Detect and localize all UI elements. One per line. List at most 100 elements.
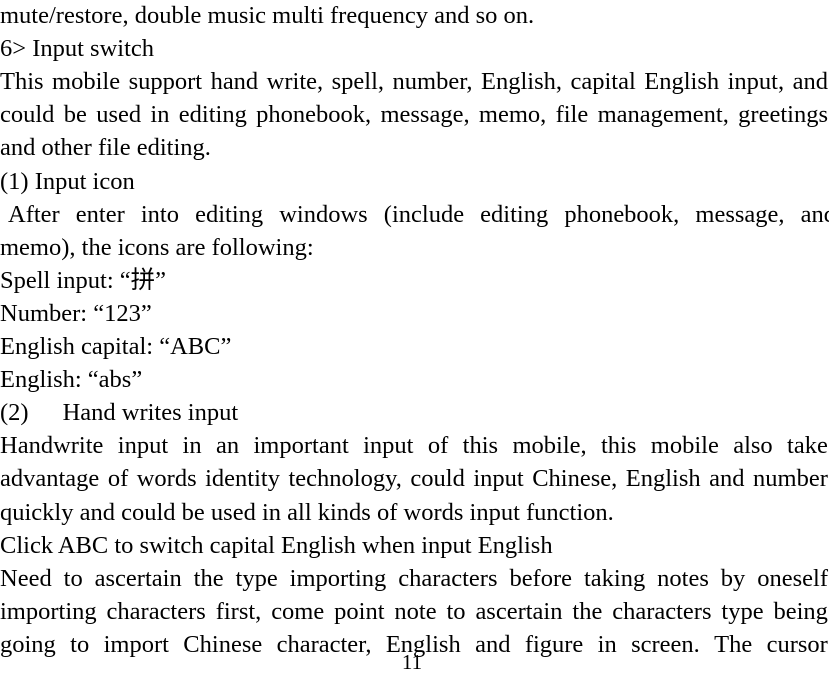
text-word: by — [720, 564, 746, 592]
text-word: identity — [205, 465, 280, 493]
text-word: could — [410, 465, 465, 493]
text-word: be — [63, 101, 87, 129]
text-line: Number: “123” — [0, 299, 152, 327]
text-line: This mobile support hand write, spell, number,… — [0, 65, 828, 98]
text-word: of — [427, 432, 449, 460]
text-word: Handwrite — [0, 432, 104, 460]
text-word: spell, — [331, 68, 385, 96]
text-word: phonebook, — [564, 200, 680, 228]
text-word: message, — [695, 200, 785, 228]
text-word: number — [753, 465, 828, 493]
text-word: the — [193, 564, 224, 592]
text-word: English — [625, 465, 701, 493]
list-marker: (2) — [0, 399, 29, 427]
text-line: (1) Input icon — [0, 167, 135, 195]
text-line: memo), the icons are following: — [0, 233, 314, 261]
text-word: Chinese, — [532, 465, 618, 493]
page-number-footer: 11 — [0, 648, 828, 676]
text-word: mobile — [52, 68, 121, 96]
text-word: of — [107, 465, 129, 493]
text-word: hand — [210, 68, 259, 96]
text-word: number, — [392, 68, 473, 96]
text-word: After — [8, 200, 60, 228]
text-word: technology, — [288, 465, 402, 493]
text-word: enter — [75, 200, 125, 228]
text-word: write, — [266, 68, 324, 96]
text-word: notes — [657, 564, 709, 592]
text-line: mute/restore, double music multi frequen… — [0, 2, 535, 29]
text-word: in — [182, 432, 202, 460]
text-word: English — [644, 68, 720, 96]
text-word: Need — [0, 564, 52, 592]
text-word: this — [601, 432, 637, 460]
text-word: characters — [398, 564, 498, 592]
text-word: words — [136, 465, 197, 493]
text-word: capital — [570, 68, 636, 96]
text-word: type — [721, 597, 764, 625]
text-word: importing — [0, 597, 97, 625]
text-word: and — [792, 68, 828, 96]
text-word: support — [128, 68, 203, 96]
text-line: Spell input: “拼” — [0, 266, 167, 294]
text-line: After enter into editing windows (include edit… — [0, 198, 829, 231]
text-word: input — [117, 432, 169, 460]
text-word: first, — [215, 597, 262, 625]
text-word: this — [462, 432, 499, 460]
text-word: message, — [380, 101, 470, 129]
text-word: ascertain — [94, 564, 182, 592]
text-word: also — [733, 432, 773, 460]
text-word: oneself — [757, 564, 828, 592]
text-word: used — [96, 101, 142, 129]
text-word: in — [150, 101, 170, 129]
text-word: to — [446, 597, 466, 625]
text-word: ascertain — [475, 597, 563, 625]
text-line: could be used in editing phonebook, message, me… — [0, 98, 828, 131]
text-word: characters — [612, 597, 712, 625]
text-word: an — [215, 432, 240, 460]
text-word: being — [773, 597, 828, 625]
text-word: greetings — [738, 101, 828, 129]
text-line: (2) Hand writes input — [0, 396, 828, 429]
text-word: English, — [480, 68, 562, 96]
page-number-value: 11 — [401, 650, 423, 674]
text-word: characters — [106, 597, 206, 625]
text-word: (include — [383, 200, 465, 228]
text-line: Click ABC to switch capital English when… — [0, 531, 553, 559]
text-word: This — [0, 68, 44, 96]
text-line: 6> Input switch — [0, 35, 154, 63]
text-line: quickly and could be used in all kinds o… — [0, 498, 614, 526]
text-line: advantage of words identity technology, could… — [0, 462, 828, 495]
text-word: importing — [289, 564, 387, 592]
text-line: English capital: “ABC” — [0, 333, 232, 360]
text-word: input — [473, 465, 524, 493]
text-word: note — [394, 597, 437, 625]
text-word: come — [271, 597, 325, 625]
text-line: Need to ascertain the type importing character… — [0, 562, 828, 595]
text-word: into — [140, 200, 179, 228]
text-word: to — [63, 564, 83, 592]
text-word: and — [709, 465, 745, 493]
text-line: and other file editing. — [0, 134, 211, 162]
list-item-text: Hand writes input — [62, 399, 239, 427]
text-line: English: “abs” — [0, 366, 143, 394]
text-word: mobile, — [512, 432, 587, 460]
text-word: editing — [178, 101, 247, 129]
text-word: editing — [480, 200, 549, 228]
text-word: before — [509, 564, 573, 592]
text-word: management, — [597, 101, 729, 129]
text-word: the — [572, 597, 603, 625]
text-word: type — [235, 564, 278, 592]
text-line: importing characters first, come point note to… — [0, 595, 828, 628]
text-word: mobile — [650, 432, 719, 460]
document-page: mute/restore, double music multi frequen… — [0, 0, 829, 682]
text-word: and — [800, 200, 829, 228]
text-word: take — [787, 432, 828, 460]
text-word: editing — [195, 200, 264, 228]
text-word: input — [363, 432, 414, 460]
text-word: phonebook, — [256, 101, 372, 129]
text-line: Handwrite input in an important input of this mo… — [0, 429, 828, 462]
text-word: taking — [583, 564, 646, 592]
text-word: advantage — [0, 465, 100, 493]
text-word: point — [334, 597, 385, 625]
text-word: file — [555, 101, 589, 129]
